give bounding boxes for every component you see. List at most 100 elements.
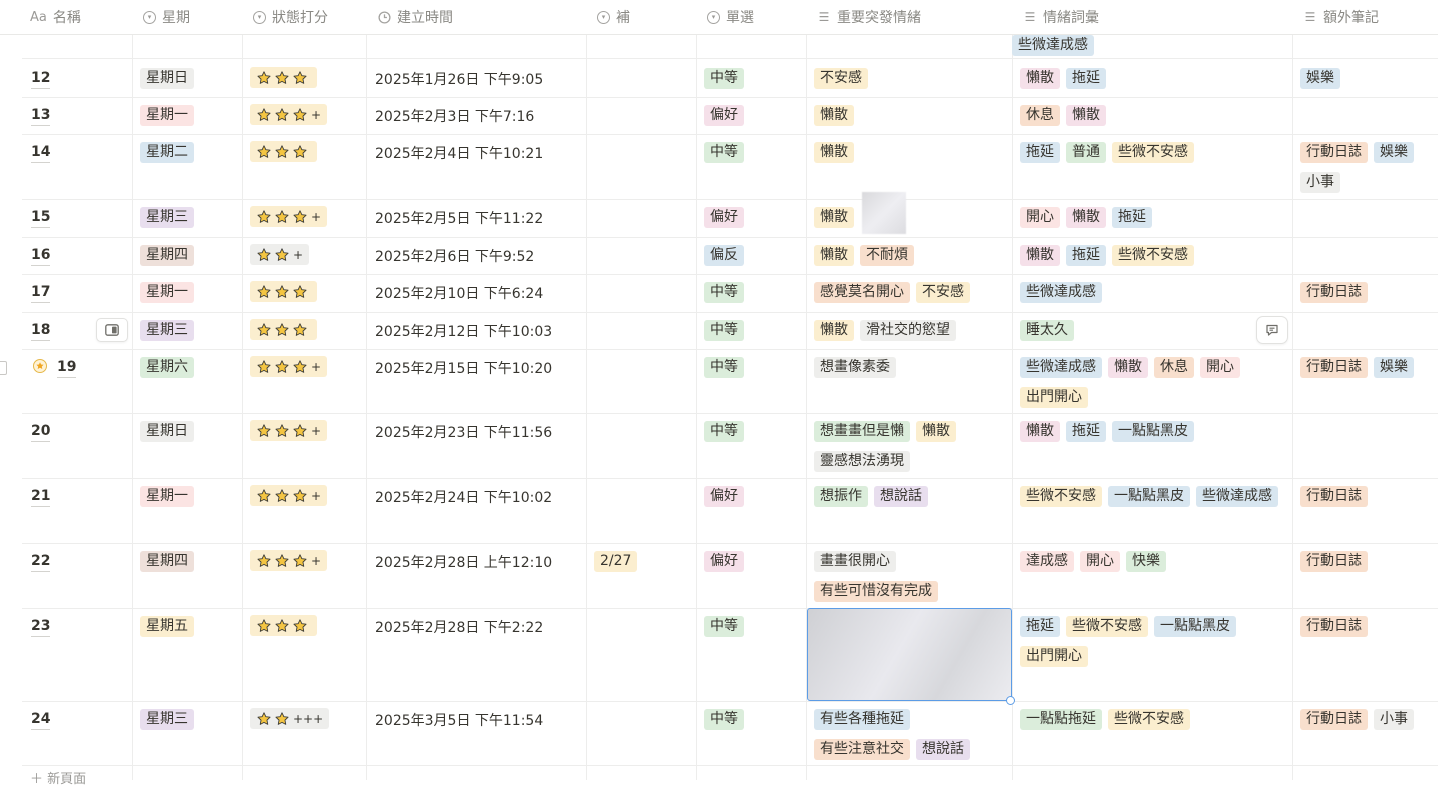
column-header-single-select[interactable]: ▾ 單選 xyxy=(707,0,754,34)
bu-cell[interactable] xyxy=(586,478,696,543)
emotion-words-cell[interactable]: 懶散 拖延 些微不安感 xyxy=(1012,237,1292,274)
emotion-words-cell[interactable]: 拖延 普通 些微不安感 xyxy=(1012,134,1292,199)
emotion-words-cell[interactable]: 些微達成感 xyxy=(1012,274,1292,312)
row-title[interactable]: 19 xyxy=(57,358,77,378)
name-cell[interactable]: 13 xyxy=(22,97,132,134)
table-row[interactable]: 15 星期三 + 2025年2月5日 下午11:22 偏好 懶散 開心 懶散 拖延 xyxy=(22,199,1438,238)
name-cell[interactable]: 20 xyxy=(22,413,132,478)
sudden-emotion-cell[interactable]: 懶散 不耐煩 xyxy=(806,237,1012,274)
score-cell[interactable] xyxy=(242,274,366,312)
sudden-emotion-cell[interactable]: 想畫像素委 xyxy=(806,349,1012,413)
new-page-hint[interactable]: ＋ 新頁面 xyxy=(30,768,86,787)
row-title[interactable]: 20 xyxy=(31,422,51,442)
created-time-cell[interactable]: 2025年2月24日 下午10:02 xyxy=(366,478,586,543)
row-title[interactable]: 16 xyxy=(31,246,51,266)
sudden-emotion-cell[interactable]: 想畫畫但是懶 懶散靈感想法湧現 xyxy=(806,413,1012,478)
score-cell[interactable]: + xyxy=(242,237,366,274)
table-row[interactable]: 23 星期五 2025年2月28日 下午2:22 中等 拖延 些微不安感 一點點黑皮… xyxy=(22,608,1438,702)
name-cell[interactable]: 23 xyxy=(22,608,132,701)
single-select-cell[interactable]: 中等 xyxy=(696,312,806,349)
sudden-emotion-cell[interactable]: 畫畫很開心有些可惜沒有完成 xyxy=(806,543,1012,608)
emotion-words-cell[interactable]: 懶散 拖延 xyxy=(1012,60,1292,97)
created-time-cell[interactable]: 2025年1月26日 下午9:05 xyxy=(366,60,586,97)
table-row[interactable]: 13 星期一 + 2025年2月3日 下午7:16 偏好 懶散 休息 懶散 xyxy=(22,97,1438,135)
bu-cell[interactable] xyxy=(586,349,696,413)
weekday-cell[interactable]: 星期三 xyxy=(132,199,242,237)
row-title[interactable]: 12 xyxy=(31,69,51,89)
created-time-cell[interactable]: 2025年2月3日 下午7:16 xyxy=(366,97,586,134)
single-select-cell[interactable]: 中等 xyxy=(696,608,806,701)
extra-notes-cell[interactable]: 行動日誌 xyxy=(1292,608,1438,701)
column-header-weekday[interactable]: ▾ 星期 xyxy=(143,0,190,34)
name-cell[interactable]: 15 xyxy=(22,199,132,237)
sudden-emotion-cell[interactable]: 懶散 xyxy=(806,97,1012,134)
weekday-cell[interactable]: 星期一 xyxy=(132,97,242,134)
name-cell[interactable]: 12 xyxy=(22,60,132,97)
single-select-cell[interactable]: 中等 xyxy=(696,413,806,478)
weekday-cell[interactable]: 星期一 xyxy=(132,478,242,543)
name-cell[interactable]: 16 xyxy=(22,237,132,274)
table-row[interactable]: 24 星期三 +++ 2025年3月5日 下午11:54 中等 有些各種拖延有些… xyxy=(22,701,1438,766)
row-title[interactable]: 13 xyxy=(31,106,51,126)
sudden-emotion-cell[interactable]: 感覺莫名開心 不安感 xyxy=(806,274,1012,312)
created-time-cell[interactable]: 2025年2月28日 下午2:22 xyxy=(366,608,586,701)
open-page-button[interactable] xyxy=(96,318,128,342)
single-select-cell[interactable]: 中等 xyxy=(696,274,806,312)
score-cell[interactable]: + xyxy=(242,478,366,543)
comment-button[interactable] xyxy=(1256,316,1288,344)
emotion-words-cell[interactable]: 一點點拖延 些微不安感 xyxy=(1012,701,1292,765)
created-time-cell[interactable]: 2025年2月5日 下午11:22 xyxy=(366,199,586,237)
single-select-cell[interactable]: 偏好 xyxy=(696,199,806,237)
score-cell[interactable]: +++ xyxy=(242,701,366,765)
extra-notes-cell[interactable]: 行動日誌 娛樂小事 xyxy=(1292,134,1438,199)
sudden-emotion-cell[interactable]: 想振作 想說話 xyxy=(806,478,1012,543)
name-cell[interactable]: 17 xyxy=(22,274,132,312)
extra-notes-cell[interactable]: 行動日誌 xyxy=(1292,274,1438,312)
bu-cell[interactable] xyxy=(586,199,696,237)
weekday-cell[interactable]: 星期一 xyxy=(132,274,242,312)
created-time-cell[interactable]: 2025年2月6日 下午9:52 xyxy=(366,237,586,274)
emotion-words-cell[interactable]: 休息 懶散 xyxy=(1012,97,1292,134)
score-cell[interactable]: + xyxy=(242,97,366,134)
extra-notes-cell[interactable] xyxy=(1292,237,1438,274)
created-time-cell[interactable]: 2025年2月4日 下午10:21 xyxy=(366,134,586,199)
table-row[interactable]: 12 星期日 2025年1月26日 下午9:05 中等 不安感 懶散 拖延 娛樂 xyxy=(22,60,1438,98)
extra-notes-cell[interactable] xyxy=(1292,199,1438,237)
bu-cell[interactable] xyxy=(586,134,696,199)
single-select-cell[interactable]: 中等 xyxy=(696,349,806,413)
extra-notes-cell[interactable] xyxy=(1292,413,1438,478)
table-row[interactable]: 21 星期一 + 2025年2月24日 下午10:02 偏好 想振作 想說話 些微… xyxy=(22,478,1438,544)
table-row[interactable]: 19 星期六 + 2025年2月15日 下午10:20 中等 想畫像素委 些微達… xyxy=(22,349,1438,414)
name-cell[interactable]: 24 xyxy=(22,701,132,765)
weekday-cell[interactable]: 星期四 xyxy=(132,237,242,274)
emotion-words-cell[interactable]: 達成感 開心 快樂 xyxy=(1012,543,1292,608)
weekday-cell[interactable]: 星期日 xyxy=(132,413,242,478)
row-title[interactable]: 14 xyxy=(31,143,51,163)
bu-cell[interactable] xyxy=(586,608,696,701)
bu-cell[interactable] xyxy=(586,413,696,478)
name-cell[interactable]: 21 xyxy=(22,478,132,543)
score-cell[interactable] xyxy=(242,60,366,97)
score-cell[interactable]: + xyxy=(242,543,366,608)
column-header-sudden-emotion[interactable]: ☰ 重要突發情緒 xyxy=(817,0,921,34)
score-cell[interactable] xyxy=(242,134,366,199)
sudden-emotion-cell[interactable]: 懶散 xyxy=(806,134,1012,199)
column-header-name[interactable]: Aa 名稱 xyxy=(30,0,81,34)
row-title[interactable]: 23 xyxy=(31,617,51,637)
row-title[interactable]: 24 xyxy=(31,710,51,730)
sudden-emotion-cell[interactable]: 不安感 xyxy=(806,60,1012,97)
table-row[interactable]: 16 星期四 + 2025年2月6日 下午9:52 偏反 懶散 不耐煩 懶散 拖延些… xyxy=(22,237,1438,275)
score-cell[interactable] xyxy=(242,312,366,349)
bu-cell[interactable] xyxy=(586,237,696,274)
table-row[interactable]: 14 星期二 2025年2月4日 下午10:21 中等 懶散 拖延 普通 些微不安感… xyxy=(22,134,1438,200)
single-select-cell[interactable]: 偏好 xyxy=(696,478,806,543)
emotion-words-cell[interactable]: 些微不安感 一點點黑皮 些微達成感 xyxy=(1012,478,1292,543)
weekday-cell[interactable]: 星期三 xyxy=(132,312,242,349)
score-cell[interactable] xyxy=(242,608,366,701)
bu-cell[interactable]: 2/27 xyxy=(586,543,696,608)
column-header-emotion-words[interactable]: ☰ 情緒詞彙 xyxy=(1023,0,1099,34)
created-time-cell[interactable]: 2025年2月12日 下午10:03 xyxy=(366,312,586,349)
row-title[interactable]: 15 xyxy=(31,208,51,228)
table-row[interactable]: 18 星期三 2025年2月12日 下午10:03 中等 懶散 滑社交的慾望 睡太… xyxy=(22,312,1438,350)
selected-cell-blurred[interactable] xyxy=(807,608,1012,701)
